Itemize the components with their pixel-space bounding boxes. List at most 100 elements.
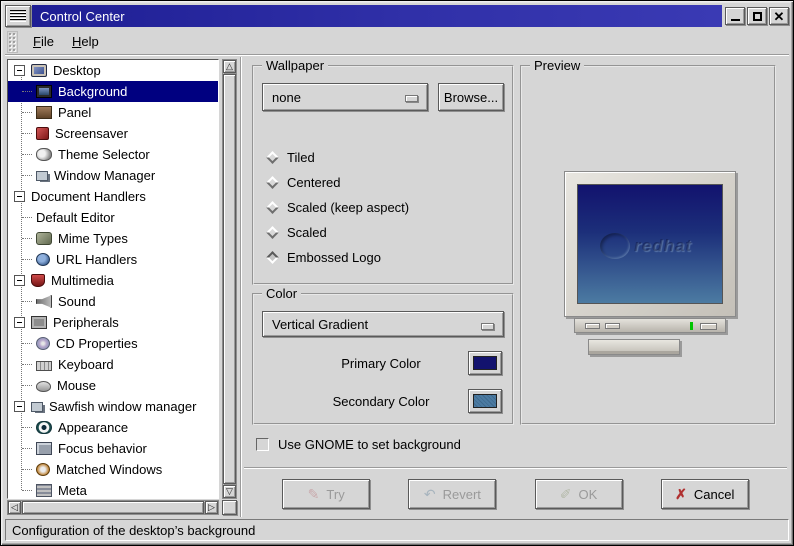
color-frame: Color Vertical Gradient Primary Color Se… <box>252 286 514 425</box>
sound-icon <box>36 295 52 308</box>
radio-icon[interactable] <box>266 251 279 264</box>
tree-item-label: URL Handlers <box>56 252 138 267</box>
expander-icon[interactable] <box>14 65 25 76</box>
tree-item-screensaver[interactable]: Screensaver <box>8 123 218 144</box>
close-icon: ✕ <box>773 8 785 24</box>
maximize-button[interactable] <box>747 7 767 25</box>
keyboard-icon <box>36 360 52 371</box>
tree-horizontal-scrollbar[interactable]: ◁ ▷ <box>7 500 219 515</box>
peripherals-icon <box>31 316 47 329</box>
cancel-button[interactable]: ✗ Cancel <box>660 479 749 509</box>
close-button[interactable]: ✕ <box>769 7 789 25</box>
expander-icon[interactable] <box>14 275 25 286</box>
tree-item-panel[interactable]: Panel <box>8 102 218 123</box>
ok-icon: ✐ <box>559 486 572 502</box>
menu-item-file[interactable]: File <box>24 31 63 52</box>
tree-item-meta[interactable]: Meta <box>8 480 218 498</box>
scroll-left-icon[interactable]: ◁ <box>8 501 21 514</box>
browse-button[interactable]: Browse... <box>438 83 504 111</box>
cd-properties-icon <box>36 337 50 350</box>
monitor-base <box>574 318 726 333</box>
radio-icon[interactable] <box>266 151 279 164</box>
expander-icon[interactable] <box>14 317 25 328</box>
tree-item-matched-windows[interactable]: Matched Windows <box>8 459 218 480</box>
try-icon: ✎ <box>307 486 320 502</box>
tree-item-theme-selector[interactable]: Theme Selector <box>8 144 218 165</box>
tree-item-document-handlers[interactable]: Document Handlers <box>8 186 218 207</box>
settings-panel: Wallpaper none Browse... Tiled Centered Sc… <box>244 57 789 517</box>
menu-item-help[interactable]: Help <box>63 31 108 52</box>
wallpaper-mode-centered[interactable]: Centered <box>266 170 512 195</box>
tree-item-desktop[interactable]: Desktop <box>8 60 218 81</box>
monitor-button-icon <box>605 323 620 329</box>
expander-icon[interactable] <box>14 191 25 202</box>
panel-icon <box>36 106 52 119</box>
scrollbar-corner-grip[interactable] <box>222 500 237 515</box>
tree-item-sound[interactable]: Sound <box>8 291 218 312</box>
multimedia-icon <box>31 274 45 287</box>
gradient-type-select[interactable]: Vertical Gradient <box>262 311 504 337</box>
cancel-button-label: Cancel <box>693 486 735 502</box>
wallpaper-mode-tiled[interactable]: Tiled <box>266 145 512 170</box>
ok-button[interactable]: ✐ OK <box>534 479 623 509</box>
primary-color-button[interactable] <box>468 351 502 375</box>
menubar-drag-handle[interactable] <box>7 30 18 53</box>
expander-icon[interactable] <box>14 401 25 412</box>
tree-item-multimedia[interactable]: Multimedia <box>8 270 218 291</box>
pane-divider <box>240 57 242 517</box>
tree-item-focus-behavior[interactable]: Focus behavior <box>8 438 218 459</box>
radio-icon[interactable] <box>266 226 279 239</box>
wallpaper-mode-scaled-keep-aspect-[interactable]: Scaled (keep aspect) <box>266 195 512 220</box>
tree-item-window-manager[interactable]: Window Manager <box>8 165 218 186</box>
horizontal-scroll-thumb[interactable] <box>22 501 204 514</box>
revert-button[interactable]: ↶ Revert <box>408 479 497 509</box>
category-tree: Desktop Background Panel Screensaver Theme S… <box>7 59 219 499</box>
secondary-color-button[interactable] <box>468 389 502 413</box>
wallpaper-mode-scaled[interactable]: Scaled <box>266 220 512 245</box>
scroll-right-icon[interactable]: ▷ <box>205 501 218 514</box>
tree-item-url-handlers[interactable]: URL Handlers <box>8 249 218 270</box>
tree-item-default-editor[interactable]: Default Editor <box>8 207 218 228</box>
scroll-up-icon[interactable]: △ <box>223 60 236 73</box>
radio-label: Scaled (keep aspect) <box>287 200 410 215</box>
radio-icon[interactable] <box>266 201 279 214</box>
tree-item-appearance[interactable]: Appearance <box>8 417 218 438</box>
background-icon <box>36 85 52 98</box>
tree-item-peripherals[interactable]: Peripherals <box>8 312 218 333</box>
tree-item-label: Keyboard <box>58 357 114 372</box>
tree-item-mime-types[interactable]: Mime Types <box>8 228 218 249</box>
use-gnome-checkbox[interactable] <box>256 438 269 451</box>
wallpaper-mode-embossed-logo[interactable]: Embossed Logo <box>266 245 512 270</box>
tree-item-label: Background <box>58 84 128 99</box>
window-menu-button[interactable] <box>5 5 31 27</box>
tree-item-label: Focus behavior <box>58 441 147 456</box>
scroll-down-icon[interactable]: ▽ <box>223 485 236 498</box>
tree-item-label: Peripherals <box>53 315 119 330</box>
radio-icon[interactable] <box>266 176 279 189</box>
minimize-button[interactable] <box>725 7 745 25</box>
tree-item-cd-properties[interactable]: CD Properties <box>8 333 218 354</box>
wallpaper-file-select[interactable]: none <box>262 83 428 111</box>
tree-item-sawfish-window-manager[interactable]: Sawfish window manager <box>8 396 218 417</box>
radio-label: Centered <box>287 175 341 190</box>
radio-label: Tiled <box>287 150 315 165</box>
appearance-icon <box>36 421 52 434</box>
tree-vertical-scrollbar[interactable]: △ ▽ <box>222 59 237 499</box>
tree-item-label: Window Manager <box>54 168 156 183</box>
power-button-icon <box>700 323 717 330</box>
preview-legend: Preview <box>530 58 585 73</box>
tree-item-mouse[interactable]: Mouse <box>8 375 218 396</box>
tree-item-background[interactable]: Background <box>8 81 218 102</box>
vertical-scroll-thumb[interactable] <box>223 74 236 484</box>
minimize-icon <box>730 18 740 21</box>
try-button[interactable]: ✎ Try <box>282 479 371 509</box>
wallpaper-legend: Wallpaper <box>262 58 329 73</box>
matched-windows-icon <box>36 463 50 476</box>
tree-item-keyboard[interactable]: Keyboard <box>8 354 218 375</box>
monitor-screen: redhat <box>577 184 723 304</box>
tree-item-label: Mime Types <box>58 231 128 246</box>
tree-item-label: Panel <box>58 105 92 120</box>
action-separator <box>244 467 787 468</box>
titlebar-drag-area[interactable]: Control Center <box>32 5 722 27</box>
tree-item-label: Sound <box>58 294 96 309</box>
